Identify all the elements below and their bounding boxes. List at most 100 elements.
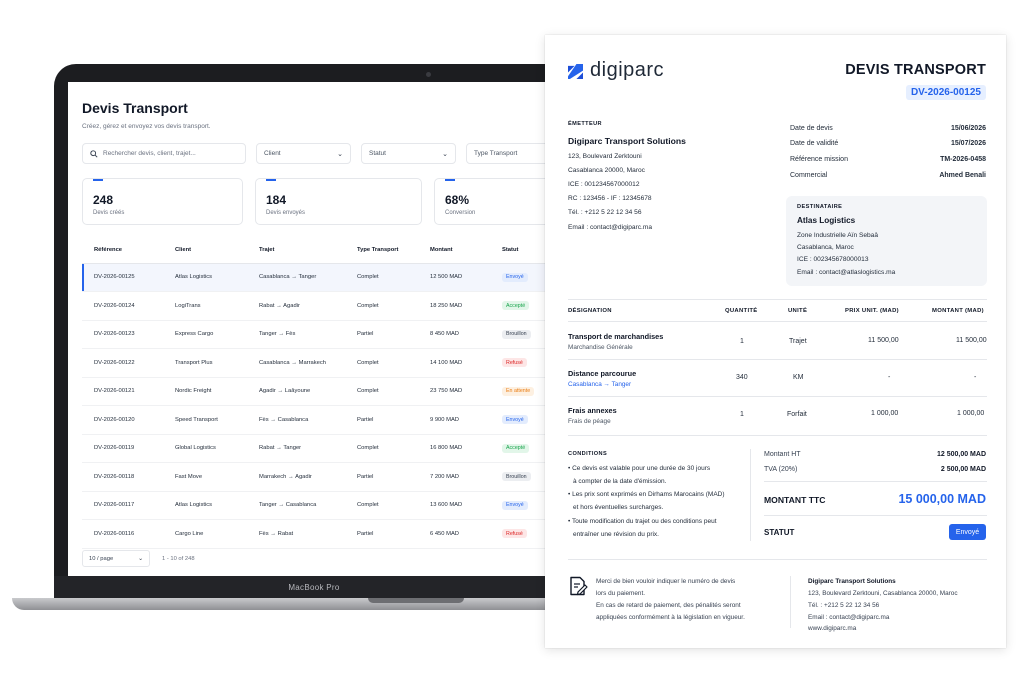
issuer-line: ICE : 001234567000012: [568, 181, 640, 188]
meta-row-mission: Référence mission TM-2026-0458: [790, 156, 986, 163]
cell-trajet: Rabat → Agadir: [247, 291, 345, 321]
issuer-label: ÉMETTEUR: [568, 121, 602, 127]
recipient-line: Email : contact@atlaslogistics.ma: [797, 269, 896, 276]
cell-type: Partiel: [345, 519, 418, 549]
cell-ref: DV-2026-00122: [82, 348, 163, 378]
laptop-label: MacBook Pro: [288, 583, 340, 592]
status-label: STATUT: [764, 528, 795, 537]
table-row[interactable]: DV-2026-00122 Transport Plus Casablanca → …: [82, 348, 558, 378]
filter-statut-label: Statut: [369, 150, 386, 157]
status-badge: Refusé: [502, 358, 527, 368]
condition-line: • Toute modification du trajet ou des co…: [568, 518, 717, 525]
table-row[interactable]: DV-2026-00120 Speed Transport Fès → Casabl…: [82, 405, 558, 435]
ttc-label: MONTANT TTC: [764, 495, 826, 505]
item-sub: Casablanca → Tanger: [568, 381, 632, 388]
column-header[interactable]: Client: [163, 237, 247, 264]
status-badge: Envoyé: [502, 500, 528, 510]
table-row[interactable]: DV-2026-00118 Fast Move Marrakech → Agadir…: [82, 462, 558, 492]
issuer-line: 123, Boulevard Zerktouni: [568, 153, 642, 160]
recipient-card: DESTINATAIRE Atlas Logistics Zone Indust…: [786, 196, 987, 286]
condition-line: et hors éventuelles surcharges.: [573, 504, 664, 511]
status-badge: Envoyé: [502, 415, 528, 425]
search-input[interactable]: Rechercher devis, client, trajet...: [82, 143, 246, 164]
cell-client: Atlas Logistics: [163, 263, 247, 292]
cell-montant: 7 200 MAD: [418, 462, 490, 492]
cell-type: Complet: [345, 291, 418, 321]
status-badge[interactable]: Envoyé: [949, 524, 986, 540]
search-placeholder: Rechercher devis, client, trajet...: [103, 150, 196, 157]
item-price: -: [888, 374, 891, 381]
table-row[interactable]: DV-2026-00124 LogiTrans Rabat → Agadir Comp…: [82, 291, 558, 321]
cell-client: Speed Transport: [163, 405, 247, 435]
status-badge: Envoyé: [502, 272, 528, 282]
status-badge: Brouillon: [502, 472, 531, 482]
cell-type: Complet: [345, 348, 418, 378]
issuer-line: RC : 123456 - IF : 12345678: [568, 195, 652, 202]
divider: [568, 321, 987, 322]
vertical-divider: [790, 576, 791, 628]
cell-montant: 18 250 MAD: [418, 291, 490, 321]
cell-trajet: Tanger → Fès: [247, 320, 345, 349]
table-row[interactable]: DV-2026-00119 Global Logistics Rabat → Tan…: [82, 434, 558, 463]
page-title: Devis Transport: [82, 100, 188, 116]
table-row[interactable]: DV-2026-00123 Express Cargo Tanger → Fès Pa…: [82, 320, 558, 349]
stat-accent: [93, 179, 103, 181]
column-header: MONTANT (MAD): [932, 308, 984, 314]
camera-dot: [426, 72, 431, 77]
footer-company: Digiparc Transport Solutions: [808, 578, 896, 585]
footer-company-line: www.digiparc.ma: [808, 625, 857, 632]
cell-montant: 14 100 MAD: [418, 348, 490, 378]
tva-label: TVA (20%): [764, 466, 798, 473]
filter-statut[interactable]: Statut ⌄: [361, 143, 456, 164]
meta-row-date: Date de devis 15/06/2026: [790, 125, 986, 132]
item-amount: -: [974, 374, 977, 381]
column-header[interactable]: Référence: [82, 237, 163, 264]
issuer-line: Tél. : +212 5 22 12 34 56: [568, 209, 642, 216]
column-header[interactable]: Trajet: [247, 237, 345, 264]
stat-accent: [266, 179, 276, 181]
laptop-base: [12, 598, 572, 610]
meta-label: Référence mission: [790, 156, 848, 163]
table-row[interactable]: DV-2026-00116 Cargo Line Fès → Rabat Partie…: [82, 519, 558, 549]
stat-card-created: 248 Devis créés: [82, 178, 243, 225]
page-size-select[interactable]: 10 / page ⌄: [82, 550, 150, 567]
filter-client[interactable]: Client ⌄: [256, 143, 351, 164]
cell-trajet: Fès → Rabat: [247, 519, 345, 549]
table-row[interactable]: DV-2026-00121 Nordic Freight Agadir → Laây…: [82, 377, 558, 406]
quote-number-badge: DV-2026-00125: [905, 85, 986, 100]
search-icon: [90, 149, 98, 158]
item-name: Transport de marchandises: [568, 332, 664, 341]
cell-ref: DV-2026-00119: [82, 434, 163, 463]
meta-label: Commercial: [790, 172, 828, 179]
cell-ref: DV-2026-00125: [82, 263, 163, 292]
table-row[interactable]: DV-2026-00117 Atlas Logistics Tanger → Cas…: [82, 491, 558, 520]
laptop-screen: Devis Transport Créez, gérez et envoyez …: [68, 82, 558, 576]
vertical-divider: [750, 449, 751, 541]
stat-value: 248: [93, 193, 114, 207]
status-badge: En attente: [502, 386, 535, 396]
cell-client: Atlas Logistics: [163, 491, 247, 520]
column-header[interactable]: Type Transport: [345, 237, 418, 264]
cell-montant: 16 800 MAD: [418, 434, 490, 463]
item-unit: Trajet: [789, 338, 807, 345]
cell-ref: DV-2026-00118: [82, 462, 163, 492]
cell-trajet: Tanger → Casablanca: [247, 491, 345, 520]
recipient-line: Casablanca, Maroc: [797, 244, 854, 251]
item-unit: KM: [793, 374, 804, 381]
document-note-icon: [570, 576, 588, 596]
digiparc-logo-icon: [568, 64, 583, 79]
status-badge: Accepté: [502, 301, 530, 311]
issuer-line: Email : contact@digiparc.ma: [568, 224, 653, 231]
recipient-line: ICE : 002345678000013: [797, 256, 869, 263]
divider: [568, 396, 987, 397]
column-header: PRIX UNIT. (MAD): [845, 308, 899, 314]
cell-client: LogiTrans: [163, 291, 247, 321]
column-header[interactable]: Montant: [418, 237, 490, 264]
stat-label: Conversion: [445, 210, 476, 216]
stat-accent: [445, 179, 455, 181]
cell-ref: DV-2026-00120: [82, 405, 163, 435]
cell-montant: 23 750 MAD: [418, 377, 490, 406]
table-row[interactable]: DV-2026-00125 Atlas Logistics Casablanca →…: [82, 263, 558, 292]
filter-client-label: Client: [264, 150, 281, 157]
cell-type: Partiel: [345, 462, 418, 492]
